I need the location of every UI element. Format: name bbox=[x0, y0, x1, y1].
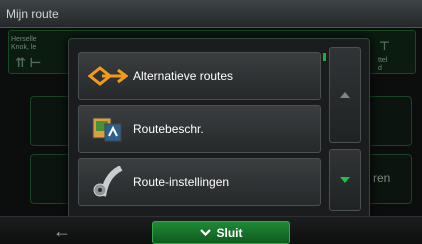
bg-card-text: ren bbox=[373, 171, 391, 185]
chevron-down-icon bbox=[199, 229, 211, 236]
address-line-2: Knok, le bbox=[11, 44, 37, 51]
scroll-down-button[interactable] bbox=[329, 149, 361, 211]
menu-item-label: Route-instellingen bbox=[133, 175, 230, 189]
alternative-routes-icon bbox=[87, 56, 129, 96]
destination-icon: ⊤ bbox=[379, 39, 390, 53]
back-button[interactable]: ← bbox=[44, 221, 80, 241]
bg-card-left-1 bbox=[30, 96, 72, 146]
scroll-position-indicator bbox=[323, 53, 326, 61]
menu-item-route-description[interactable]: Routebeschr. bbox=[78, 105, 321, 153]
right-snippet-2: d bbox=[378, 65, 382, 72]
title-bar: Mijn route bbox=[0, 0, 422, 28]
chevron-up-icon bbox=[340, 92, 350, 98]
back-arrow-icon: ← bbox=[53, 221, 71, 241]
address-line-1: Herselle bbox=[11, 36, 37, 43]
close-button[interactable]: Sluit bbox=[152, 221, 290, 244]
page-title: Mijn route bbox=[6, 7, 59, 21]
scroll-up-button[interactable] bbox=[329, 47, 361, 143]
screen: Mijn route Herselle Knok, le ⇈ ⊢ ttel d … bbox=[0, 0, 422, 244]
right-snippet-1: ttel bbox=[378, 57, 388, 64]
close-button-label: Sluit bbox=[216, 225, 243, 240]
route-options-menu: Alternatieve routes Routebeschr. Route-i… bbox=[68, 38, 370, 222]
route-settings-icon bbox=[87, 162, 129, 202]
route-description-icon bbox=[87, 109, 129, 149]
route-type-icon: ⇈ ⊢ bbox=[15, 55, 42, 70]
menu-item-alternative-routes[interactable]: Alternatieve routes bbox=[78, 52, 321, 100]
bg-card-right-2: ren bbox=[364, 154, 412, 204]
bg-card-right-1 bbox=[364, 96, 412, 146]
chevron-down-icon bbox=[340, 177, 350, 183]
menu-item-label: Routebeschr. bbox=[133, 122, 204, 136]
menu-item-route-settings[interactable]: Route-instellingen bbox=[78, 158, 321, 206]
menu-item-label: Alternatieve routes bbox=[133, 69, 234, 83]
bg-card-left-2 bbox=[30, 154, 72, 204]
